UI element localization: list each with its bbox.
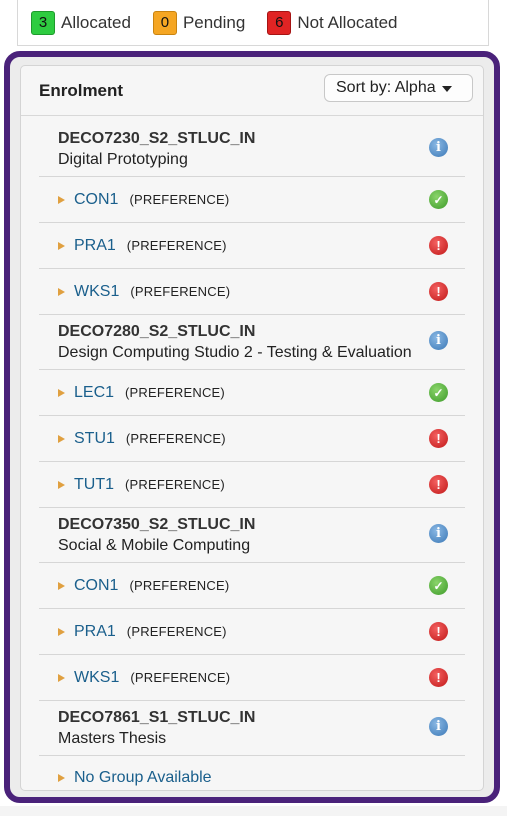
legend-allocated: 3 Allocated bbox=[31, 10, 131, 35]
course-name: Social & Mobile Computing bbox=[58, 537, 251, 554]
enrolment-panel: Enrolment Sort by: Alpha DECO7230_S2_STL… bbox=[20, 65, 484, 791]
check-circle-icon: ✓ bbox=[429, 576, 448, 595]
triangle-right-icon bbox=[58, 627, 65, 636]
group-link[interactable]: LEC1 bbox=[74, 384, 114, 402]
preference-tag: (PREFERENCE) bbox=[130, 670, 231, 685]
group-row: PRA1 (PREFERENCE) ! bbox=[39, 223, 465, 269]
course-name: Design Computing Studio 2 - Testing & Ev… bbox=[58, 344, 412, 361]
info-icon[interactable]: i bbox=[429, 331, 448, 350]
course-name: Digital Prototyping bbox=[58, 151, 188, 168]
course-row: DECO7230_S2_STLUC_IN Digital Prototyping… bbox=[39, 122, 465, 177]
check-circle-icon: ✓ bbox=[429, 383, 448, 402]
info-icon[interactable]: i bbox=[429, 138, 448, 157]
exclamation-circle-icon: ! bbox=[429, 236, 448, 255]
exclamation-circle-icon: ! bbox=[429, 668, 448, 687]
page-footer-strip bbox=[0, 806, 507, 816]
panel-title: Enrolment bbox=[39, 81, 124, 100]
triangle-right-icon bbox=[58, 287, 65, 296]
group-link[interactable]: PRA1 bbox=[74, 237, 116, 255]
course-code: DECO7280_S2_STLUC_IN bbox=[58, 323, 256, 340]
pending-count-badge: 0 bbox=[152, 10, 177, 35]
group-row: PRA1 (PREFERENCE) ! bbox=[39, 609, 465, 655]
group-link[interactable]: CON1 bbox=[74, 191, 118, 209]
sort-label: Sort by: Alpha bbox=[336, 79, 436, 96]
info-icon[interactable]: i bbox=[429, 717, 448, 736]
group-row: CON1 (PREFERENCE) ✓ bbox=[39, 563, 465, 609]
preference-tag: (PREFERENCE) bbox=[130, 284, 231, 299]
course-code: DECO7861_S1_STLUC_IN bbox=[58, 709, 256, 726]
triangle-right-icon bbox=[58, 480, 65, 489]
highlight-frame: Enrolment Sort by: Alpha DECO7230_S2_STL… bbox=[4, 51, 500, 803]
exclamation-circle-icon: ! bbox=[429, 429, 448, 448]
not-allocated-label: Not Allocated bbox=[297, 12, 398, 32]
exclamation-circle-icon: ! bbox=[429, 475, 448, 494]
preference-tag: (PREFERENCE) bbox=[125, 385, 225, 400]
course-list: DECO7230_S2_STLUC_IN Digital Prototyping… bbox=[39, 122, 465, 790]
group-link[interactable]: CON1 bbox=[74, 577, 118, 595]
course-row: DECO7280_S2_STLUC_IN Design Computing St… bbox=[39, 315, 465, 370]
triangle-right-icon bbox=[58, 673, 65, 682]
group-row: CON1 (PREFERENCE) ✓ bbox=[39, 177, 465, 223]
triangle-right-icon bbox=[58, 774, 65, 782]
no-group-row: No Group Available bbox=[39, 756, 465, 790]
preference-tag: (PREFERENCE) bbox=[126, 624, 227, 639]
course-row: DECO7861_S1_STLUC_IN Masters Thesis i bbox=[39, 701, 465, 756]
group-row: WKS1 (PREFERENCE) ! bbox=[39, 269, 465, 315]
pending-label: Pending bbox=[182, 12, 246, 32]
no-group-link[interactable]: No Group Available bbox=[74, 769, 212, 787]
group-link[interactable]: WKS1 bbox=[74, 283, 119, 301]
triangle-right-icon bbox=[58, 388, 65, 397]
group-row: WKS1 (PREFERENCE) ! bbox=[39, 655, 465, 701]
legend-not-allocated: 6 Not Allocated bbox=[267, 10, 398, 35]
group-row: LEC1 (PREFERENCE) ✓ bbox=[39, 370, 465, 416]
allocated-count-badge: 3 bbox=[31, 10, 55, 35]
preference-tag: (PREFERENCE) bbox=[129, 192, 230, 207]
course-code: DECO7230_S2_STLUC_IN bbox=[58, 130, 256, 147]
preference-tag: (PREFERENCE) bbox=[125, 431, 226, 446]
preference-tag: (PREFERENCE) bbox=[126, 238, 227, 253]
group-row: TUT1 (PREFERENCE) ! bbox=[39, 462, 465, 508]
sort-dropdown[interactable]: Sort by: Alpha bbox=[324, 74, 473, 102]
caret-down-icon bbox=[441, 86, 452, 92]
not-allocated-count-badge: 6 bbox=[267, 10, 292, 35]
course-row: DECO7350_S2_STLUC_IN Social & Mobile Com… bbox=[39, 508, 465, 563]
triangle-right-icon bbox=[58, 241, 65, 250]
exclamation-circle-icon: ! bbox=[429, 282, 448, 301]
exclamation-circle-icon: ! bbox=[429, 622, 448, 641]
panel-header: Enrolment Sort by: Alpha bbox=[21, 66, 483, 116]
legend-pending: 0 Pending bbox=[152, 10, 246, 35]
group-link[interactable]: STU1 bbox=[74, 430, 115, 448]
triangle-right-icon bbox=[58, 195, 65, 204]
triangle-right-icon bbox=[58, 581, 65, 590]
course-code: DECO7350_S2_STLUC_IN bbox=[58, 516, 256, 533]
course-name: Masters Thesis bbox=[58, 730, 167, 747]
allocated-label: Allocated bbox=[61, 12, 131, 32]
preference-tag: (PREFERENCE) bbox=[125, 477, 225, 492]
group-link[interactable]: TUT1 bbox=[74, 476, 114, 494]
info-icon[interactable]: i bbox=[429, 524, 448, 543]
group-row: STU1 (PREFERENCE) ! bbox=[39, 416, 465, 462]
triangle-right-icon bbox=[58, 434, 65, 443]
allocation-legend: 3 Allocated 0 Pending 6 Not Allocated bbox=[17, 0, 489, 46]
group-link[interactable]: PRA1 bbox=[74, 623, 116, 641]
check-circle-icon: ✓ bbox=[429, 190, 448, 209]
preference-tag: (PREFERENCE) bbox=[129, 578, 230, 593]
group-link[interactable]: WKS1 bbox=[74, 669, 119, 687]
